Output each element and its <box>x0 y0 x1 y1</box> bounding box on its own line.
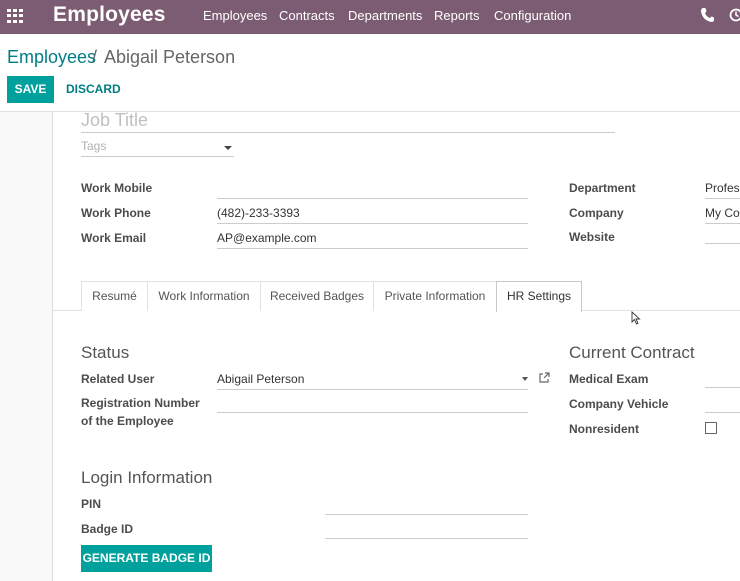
breadcrumb-separator: / <box>92 47 98 67</box>
work-phone-field[interactable]: (482)-233-3393 <box>217 202 528 224</box>
breadcrumb-root[interactable]: Employees <box>7 47 96 68</box>
medical-exam-field[interactable] <box>705 366 740 388</box>
nonresident-checkbox[interactable] <box>705 422 717 434</box>
badge-id-field[interactable] <box>325 517 528 539</box>
apps-menu-icon[interactable] <box>7 9 23 23</box>
registration-number-label-line1: Registration Number <box>81 396 200 410</box>
top-navbar: Employees Employees Contracts Department… <box>0 0 740 34</box>
tab-hr-settings[interactable]: HR Settings <box>496 281 582 312</box>
breadcrumb-current: Abigail Peterson <box>104 47 236 67</box>
menu-configuration[interactable]: Configuration <box>494 8 571 23</box>
company-label: Company <box>569 206 624 220</box>
work-mobile-label: Work Mobile <box>81 181 153 195</box>
registration-number-label-line2: of the Employee <box>81 414 174 428</box>
tab-received-badges[interactable]: Received Badges <box>260 281 374 311</box>
job-title-input[interactable]: Job Title <box>81 108 615 133</box>
work-phone-label: Work Phone <box>81 206 151 220</box>
discard-button[interactable]: DISCARD <box>60 76 127 103</box>
clock-icon[interactable] <box>729 8 740 22</box>
save-button[interactable]: SAVE <box>7 76 54 103</box>
tab-resume[interactable]: Resumé <box>81 281 148 311</box>
menu-employees[interactable]: Employees <box>203 8 267 23</box>
current-contract-title: Current Contract <box>569 343 695 362</box>
menu-contracts[interactable]: Contracts <box>279 8 335 23</box>
menu-departments[interactable]: Departments <box>348 8 422 23</box>
tags-input[interactable]: Tags <box>81 139 234 157</box>
website-field[interactable] <box>705 222 740 244</box>
related-user-label: Related User <box>81 372 155 386</box>
work-email-field[interactable]: AP@example.com <box>217 227 528 249</box>
tags-dropdown-icon[interactable] <box>224 146 232 150</box>
website-label: Website <box>569 230 615 244</box>
mouse-cursor-icon <box>631 311 641 325</box>
company-vehicle-field[interactable] <box>705 391 740 413</box>
tags-placeholder: Tags <box>81 139 107 153</box>
company-vehicle-label: Company Vehicle <box>569 397 669 411</box>
tab-private-information[interactable]: Private Information <box>373 281 497 311</box>
registration-number-field[interactable] <box>217 391 528 413</box>
status-section-title: Status <box>81 343 130 362</box>
company-field[interactable]: My Co <box>705 202 740 224</box>
pin-label: PIN <box>81 497 102 511</box>
department-label: Department <box>569 181 636 195</box>
generate-badge-id-button[interactable]: GENERATE BADGE ID <box>81 545 212 572</box>
badge-id-label: Badge ID <box>81 522 134 536</box>
department-field[interactable]: Profes <box>705 177 740 199</box>
work-mobile-field[interactable] <box>217 177 528 199</box>
external-link-icon[interactable] <box>538 372 550 384</box>
pin-field[interactable] <box>325 493 528 515</box>
related-user-field[interactable]: Abigail Peterson <box>217 368 528 390</box>
work-email-label: Work Email <box>81 231 147 245</box>
related-user-dropdown-icon[interactable] <box>522 377 528 381</box>
medical-exam-label: Medical Exam <box>569 372 649 386</box>
menu-reports[interactable]: Reports <box>434 8 480 23</box>
app-name[interactable]: Employees <box>53 3 166 27</box>
tab-work-information[interactable]: Work Information <box>147 281 261 311</box>
control-panel: Employees / Abigail Peterson SAVE DISCAR… <box>0 34 740 112</box>
nonresident-label: Nonresident <box>569 422 640 436</box>
login-information-title: Login Information <box>81 468 213 487</box>
phone-icon[interactable] <box>700 7 714 23</box>
